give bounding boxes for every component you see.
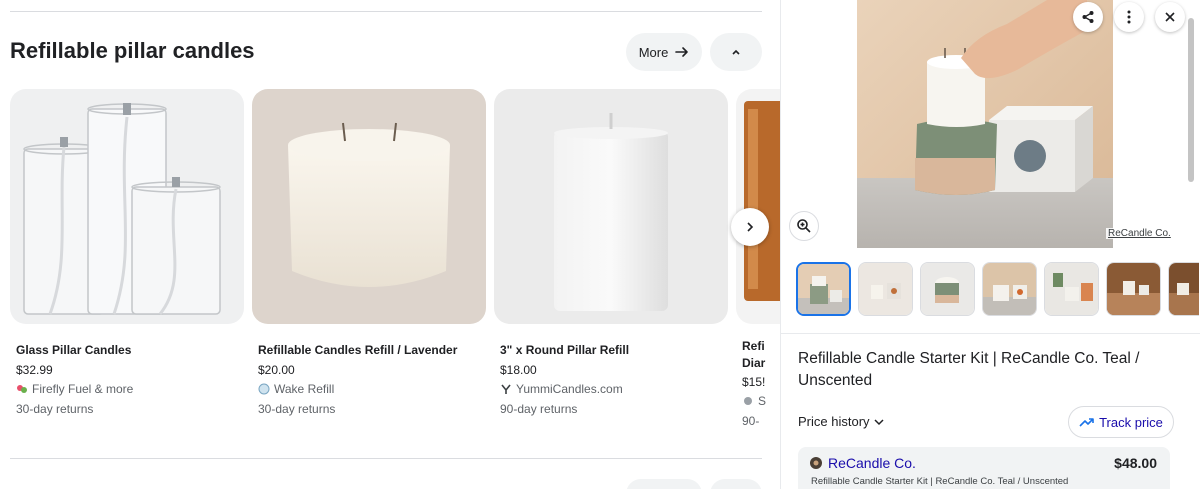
more-button[interactable]: More bbox=[626, 33, 702, 71]
share-button[interactable] bbox=[1073, 2, 1103, 32]
product-image[interactable] bbox=[10, 89, 244, 324]
close-icon bbox=[1165, 12, 1175, 22]
store-logo-icon bbox=[17, 385, 27, 393]
product-returns: 30-day returns bbox=[16, 402, 94, 416]
product-detail-panel: ReCandle Co. Refillable Candle Starter K… bbox=[780, 0, 1200, 489]
seller-offer[interactable]: ReCandle Co. $48.00 Refillable Candle St… bbox=[798, 447, 1170, 489]
shopping-results: Refillable pillar candles More Glass Pil… bbox=[0, 0, 780, 489]
store-name: S bbox=[758, 394, 767, 408]
product-price: $32.99 bbox=[16, 363, 53, 377]
chevron-right-icon bbox=[747, 222, 754, 232]
product-image[interactable] bbox=[252, 89, 486, 324]
price-history-toggle[interactable]: Price history bbox=[798, 414, 885, 429]
seller-logo-icon bbox=[810, 457, 822, 469]
track-price-label: Track price bbox=[1099, 414, 1163, 430]
thumbnail[interactable] bbox=[1168, 262, 1199, 316]
offer-price: $48.00 bbox=[1114, 455, 1157, 471]
product-card[interactable]: 3" x Round Pillar Refill $18.00 YummiCan… bbox=[494, 89, 728, 416]
thumbnail-strip bbox=[796, 262, 1199, 318]
close-button[interactable] bbox=[1155, 2, 1185, 32]
seller-name: ReCandle Co. bbox=[828, 455, 916, 471]
carousel-next-button[interactable] bbox=[731, 208, 769, 246]
product-title[interactable]: Glass Pillar Candles bbox=[10, 343, 244, 357]
thumbnail[interactable] bbox=[1106, 262, 1161, 316]
store-logo-icon bbox=[258, 383, 270, 395]
product-title: Refillable Candle Starter Kit | ReCandle… bbox=[798, 350, 1140, 389]
more-options-button[interactable] bbox=[1114, 2, 1144, 32]
zoom-in-icon bbox=[797, 219, 811, 233]
price-history-label: Price history bbox=[798, 414, 870, 429]
product-hero-image[interactable] bbox=[857, 0, 1113, 248]
track-price-button[interactable]: Track price bbox=[1068, 406, 1174, 438]
scrollbar[interactable] bbox=[1188, 18, 1194, 182]
store-logo-icon bbox=[501, 384, 511, 394]
product-title[interactable]: Refi Diar bbox=[736, 338, 780, 372]
product-title[interactable]: Refillable Candles Refill / Lavender bbox=[252, 343, 486, 357]
thumbnail[interactable] bbox=[920, 262, 975, 316]
thumbnail[interactable] bbox=[982, 262, 1037, 316]
product-title-line: Diar bbox=[742, 356, 766, 370]
thumbnail[interactable] bbox=[1044, 262, 1099, 316]
chevron-up-icon bbox=[732, 49, 740, 55]
divider bbox=[10, 458, 762, 459]
product-price: $20.00 bbox=[258, 363, 295, 377]
thumbnail[interactable] bbox=[796, 262, 851, 316]
product-store: Wake Refill bbox=[252, 382, 486, 396]
product-store: YummiCandles.com bbox=[494, 382, 728, 396]
product-returns: 90- bbox=[742, 414, 760, 428]
thumbnail[interactable] bbox=[858, 262, 913, 316]
image-source-link[interactable]: ReCandle Co. bbox=[1106, 228, 1173, 239]
product-card[interactable]: Refi Diar $15! S 90- bbox=[736, 89, 780, 428]
share-icon bbox=[1082, 11, 1094, 23]
section-title: Refillable pillar candles bbox=[10, 38, 255, 63]
store-name: YummiCandles.com bbox=[516, 382, 623, 396]
offer-description: Refillable Candle Starter Kit | ReCandle… bbox=[811, 476, 1069, 487]
product-title[interactable]: 3" x Round Pillar Refill bbox=[494, 343, 728, 357]
more-vert-icon bbox=[1127, 10, 1131, 24]
store-logo-icon bbox=[744, 397, 752, 405]
product-returns: 90-day returns bbox=[500, 402, 578, 416]
product-card[interactable]: Refillable Candles Refill / Lavender $20… bbox=[252, 89, 486, 416]
product-image[interactable] bbox=[494, 89, 728, 324]
product-price: $15! bbox=[742, 375, 766, 389]
product-price: $18.00 bbox=[500, 363, 537, 377]
more-button[interactable] bbox=[626, 479, 702, 489]
zoom-button[interactable] bbox=[789, 211, 819, 241]
product-image[interactable] bbox=[736, 89, 780, 324]
more-label: More bbox=[638, 44, 669, 60]
store-name: Firefly Fuel & more bbox=[32, 382, 134, 396]
seller-link[interactable]: ReCandle Co. bbox=[810, 455, 916, 471]
product-title-line: Refi bbox=[742, 339, 765, 353]
product-returns: 30-day returns bbox=[258, 402, 336, 416]
chevron-down-icon bbox=[874, 418, 884, 425]
product-store: S bbox=[736, 394, 780, 408]
arrow-right-icon bbox=[675, 47, 689, 57]
trending-icon bbox=[1079, 418, 1094, 427]
collapse-button[interactable] bbox=[710, 33, 762, 71]
product-card[interactable]: Glass Pillar Candles $32.99 Firefly Fuel… bbox=[10, 89, 244, 416]
product-store: Firefly Fuel & more bbox=[10, 382, 244, 396]
divider bbox=[10, 11, 762, 12]
store-name: Wake Refill bbox=[274, 382, 335, 396]
collapse-button[interactable] bbox=[710, 479, 762, 489]
divider bbox=[781, 333, 1200, 334]
